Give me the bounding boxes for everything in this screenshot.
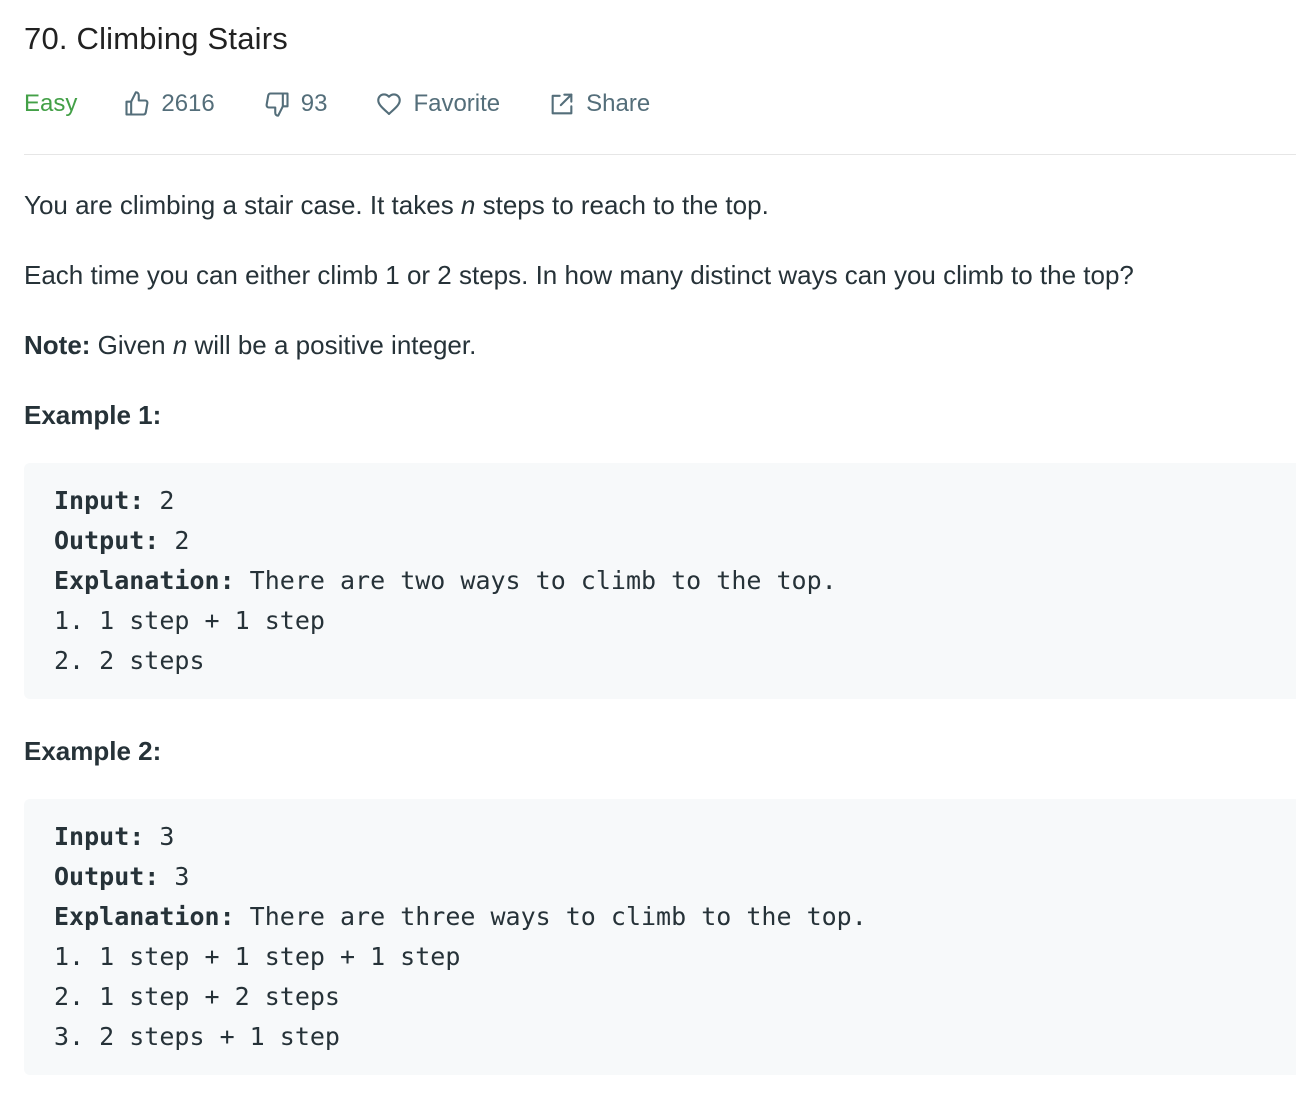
example-2-title: Example 2: [24, 736, 162, 766]
description-paragraph-1: You are climbing a stair case. It takes … [24, 190, 769, 220]
problem-title: 70. Climbing Stairs [24, 21, 288, 56]
dislike-button[interactable]: 93 [263, 90, 328, 118]
example-2-code-block: Input: 3 Output: 3 Explanation: There ar… [24, 799, 1296, 1075]
like-button[interactable]: 2616 [123, 90, 215, 118]
share-button[interactable]: Share [548, 90, 650, 118]
example-step-line: 2. 1 step + 2 steps [54, 982, 340, 1011]
share-icon [551, 93, 573, 115]
thumbs-down-icon [265, 92, 289, 117]
dislike-count: 93 [300, 90, 328, 117]
note-label: Note: [24, 330, 91, 360]
variable-n: n [172, 330, 188, 360]
example-step-line: 3. 2 steps + 1 step [54, 1022, 340, 1051]
example-step-line: 1. 1 step + 1 step + 1 step [54, 942, 461, 971]
example-explanation-line: Explanation: There are two ways to climb… [54, 566, 837, 595]
favorite-button[interactable]: Favorite [375, 90, 500, 118]
example-explanation-line: Explanation: There are three ways to cli… [54, 902, 867, 931]
example-1-title: Example 1: [24, 400, 162, 430]
example-input-line: Input: 2 [54, 486, 175, 515]
example-step-line: 2. 2 steps [54, 646, 205, 675]
example-input-line: Input: 3 [54, 822, 175, 851]
heart-icon [377, 93, 402, 115]
meta-divider [24, 154, 1296, 155]
problem-meta-bar: Easy 2616 93 Favorite Share [24, 76, 1296, 132]
description-paragraph-2: Each time you can either climb 1 or 2 st… [24, 260, 1134, 290]
share-label: Share [586, 90, 651, 117]
example-output-line: Output: 3 [54, 862, 190, 891]
like-count: 2616 [161, 90, 215, 117]
example-1-code-block: Input: 2 Output: 2 Explanation: There ar… [24, 463, 1296, 699]
example-step-line: 1. 1 step + 1 step [54, 606, 325, 635]
problem-page: 70. Climbing Stairs Easy 2616 93 Favorit… [0, 0, 1296, 1075]
favorite-label: Favorite [413, 90, 501, 117]
problem-description: You are climbing a stair case. It takes … [24, 187, 1296, 1075]
note-paragraph: Note: Given n will be a positive integer… [24, 330, 477, 360]
example-output-line: Output: 2 [54, 526, 190, 555]
variable-n: n [460, 190, 476, 220]
difficulty-badge: Easy [24, 90, 78, 117]
thumbs-up-icon [125, 91, 149, 116]
